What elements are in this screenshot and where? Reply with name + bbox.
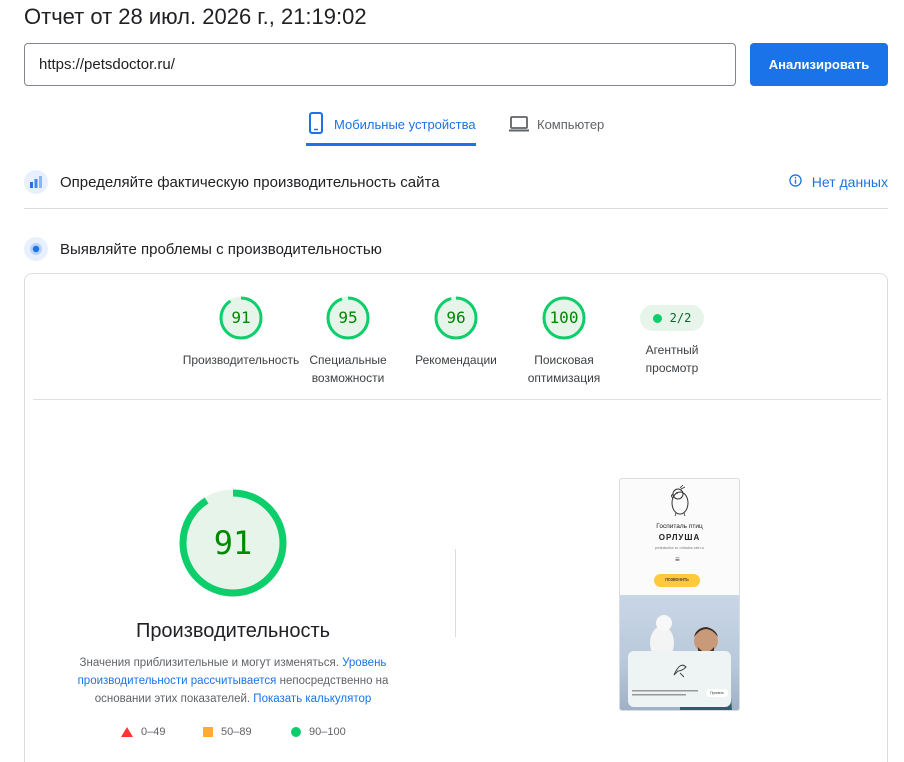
- main-gauge-title: Производительность: [135, 620, 331, 642]
- category-score: 100: [549, 308, 579, 327]
- info-icon: [789, 174, 802, 190]
- no-data-label: Нет данных: [811, 174, 888, 190]
- vertical-separator: [455, 549, 456, 637]
- card-divider: [33, 399, 881, 400]
- section-divider: [24, 208, 888, 209]
- category-label: Специальные возможности: [309, 353, 387, 385]
- lab-data-section: Выявляйте проблемы с производительностью: [24, 234, 888, 264]
- category-agentic-browsing[interactable]: 2/2 Агентный просмотр: [612, 295, 732, 377]
- screenshot-line1: Госпиталь птиц: [656, 523, 703, 530]
- main-performance-gauge: 91: [178, 488, 288, 598]
- pass-dot-icon: [652, 313, 662, 323]
- analyze-button[interactable]: Анализировать: [750, 43, 888, 86]
- agentic-pill: 2/2: [640, 305, 704, 331]
- no-data-link[interactable]: Нет данных: [789, 174, 888, 190]
- pass-circle-icon: [291, 727, 301, 737]
- category-gauge-accessibility[interactable]: 95 Специальные возможности: [288, 295, 408, 387]
- score-description: Значения приблизительные и могут изменят…: [73, 654, 393, 708]
- category-gauge-performance[interactable]: 91 Производительность: [181, 295, 301, 369]
- main-score: 91: [213, 524, 253, 562]
- legend-fail-label: 0–49: [141, 726, 166, 738]
- category-label: Поисковая оптимизация: [527, 353, 601, 385]
- fail-triangle-icon: [121, 727, 133, 737]
- screenshot-call-button: позвонить: [654, 574, 700, 587]
- category-score: 96: [446, 308, 466, 327]
- category-label: Производительность: [182, 353, 300, 367]
- screenshot-modal-logo-icon: [673, 664, 687, 678]
- screenshot-modal-text: [632, 689, 702, 700]
- lab-results-card: 91 Производительность 95 Специальные воз…: [24, 273, 888, 762]
- lab-data-title: Выявляйте проблемы с производительностью: [60, 240, 382, 258]
- field-data-section: Определяйте фактическую производительнос…: [24, 167, 888, 197]
- legend-average-label: 50–89: [221, 726, 252, 738]
- agentic-value: 2/2: [669, 311, 692, 325]
- legend-average: 50–89: [203, 726, 252, 738]
- mobile-phone-icon: [306, 112, 326, 134]
- page-screenshot: Госпиталь птиц ОРЛУША petsdoctor.ru orlu…: [619, 478, 740, 711]
- category-score: 91: [231, 308, 251, 327]
- tab-desktop-label: Компьютер: [537, 117, 605, 132]
- screenshot-accept-button: Принять: [706, 689, 728, 697]
- desc-prefix: Значения приблизительные и могут изменят…: [79, 657, 339, 669]
- legend-pass-label: 90–100: [309, 726, 346, 738]
- tab-desktop[interactable]: Компьютер: [509, 112, 604, 146]
- category-gauge-seo[interactable]: 100 Поисковая оптимизация: [504, 295, 624, 387]
- category-gauge-best-practices[interactable]: 96 Рекомендации: [396, 295, 516, 369]
- url-input[interactable]: [24, 43, 736, 86]
- screenshot-line3: petsdoctor.ru orlusha-vet.ru: [655, 545, 704, 550]
- field-data-title: Определяйте фактическую производительнос…: [60, 173, 440, 191]
- tab-mobile-label: Мобильные устройства: [334, 117, 476, 132]
- legend-fail: 0–49: [121, 726, 165, 738]
- screenshot-menu-icon: ≡: [675, 555, 680, 564]
- screenshot-cookie-modal: Принять: [628, 651, 731, 707]
- field-data-icon: [24, 170, 48, 194]
- lab-data-icon: [24, 237, 48, 261]
- average-square-icon: [203, 727, 213, 737]
- category-label: Агентный просмотр: [645, 343, 699, 375]
- category-score: 95: [338, 308, 358, 327]
- legend-pass: 90–100: [291, 726, 346, 738]
- calculator-link[interactable]: Показать калькулятор: [253, 693, 371, 705]
- screenshot-line2: ОРЛУША: [658, 533, 701, 542]
- report-title: Отчет от 28 июл. 2026 г., 21:19:02: [24, 4, 367, 29]
- category-label: Рекомендации: [415, 353, 497, 367]
- laptop-icon: [509, 112, 529, 134]
- parrot-logo-icon: [671, 485, 689, 517]
- tab-mobile[interactable]: Мобильные устройства: [306, 112, 476, 146]
